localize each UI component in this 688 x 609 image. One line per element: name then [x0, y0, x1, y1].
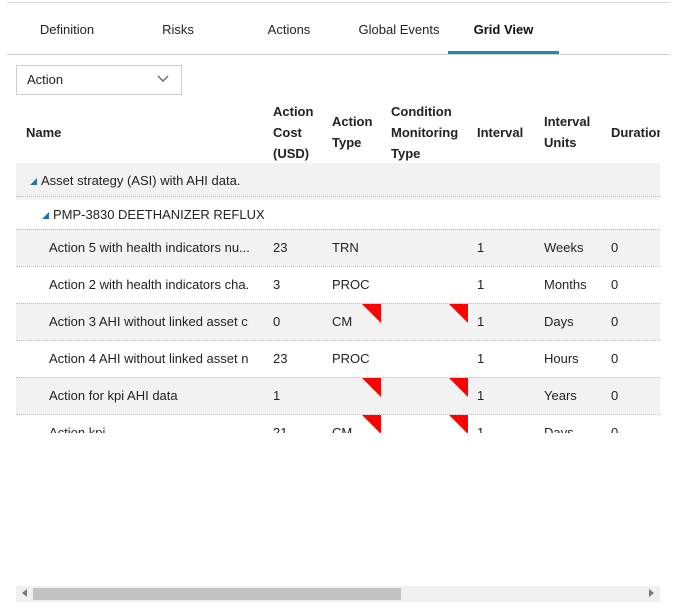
header-line: Units: [544, 135, 577, 150]
cell-interval: 1: [477, 314, 485, 329]
collapse-triangle-icon[interactable]: [42, 212, 49, 219]
group-label-asset: PMP-3830 DEETHANIZER REFLUX: [42, 197, 265, 233]
dropdown-value: Action: [27, 72, 64, 87]
cell-name: Action 2 with health indicators cha...: [49, 277, 249, 292]
cell-type: PROC: [332, 277, 370, 292]
group-text: Asset strategy (ASI) with AHI data.: [41, 173, 241, 188]
scrollbar-thumb[interactable]: [33, 588, 401, 600]
cell-type: PROC: [332, 351, 370, 366]
cell-name: Action 4 AHI without linked asset n...: [49, 351, 249, 366]
cell-cost: 1: [273, 388, 281, 403]
cell-interval: 1: [477, 277, 485, 292]
cell-units: Days: [544, 314, 574, 329]
table-row[interactable]: Action for kpi AHI data 1 1 Years 0: [16, 377, 660, 414]
cell-cost: 23: [273, 240, 288, 255]
tab-global-events[interactable]: Global Events: [349, 8, 449, 54]
cell-type: CM: [332, 425, 353, 433]
cell-units: Years: [544, 388, 577, 403]
cell-duration: 0: [611, 240, 619, 255]
group-row-strategy[interactable]: Asset strategy (ASI) with AHI data.: [16, 163, 660, 200]
cell-units: Hours: [544, 351, 579, 366]
cell-interval: 1: [477, 240, 485, 255]
header-line: Action: [332, 114, 373, 129]
column-header-name[interactable]: Name: [26, 122, 61, 143]
scroll-left-arrow-icon[interactable]: [22, 589, 27, 597]
validation-error-flag: [362, 304, 381, 323]
header-line: Type: [332, 135, 362, 150]
tab-actions[interactable]: Actions: [229, 8, 349, 54]
tab-risks[interactable]: Risks: [127, 8, 229, 54]
cell-interval: 1: [477, 425, 485, 433]
chevron-down-icon: [157, 75, 169, 82]
header-line: Type: [391, 146, 421, 161]
column-header-condition-monitoring-type[interactable]: Condition Monitoring Type: [391, 103, 458, 164]
validation-error-flag: [362, 378, 381, 397]
group-text: PMP-3830 DEETHANIZER REFLUX: [53, 207, 265, 222]
header-line: Condition: [391, 104, 452, 119]
cell-units: Weeks: [544, 240, 584, 255]
header-line: Monitoring: [391, 125, 459, 140]
header-line: Action: [273, 104, 314, 119]
cell-name: Action 5 with health indicators nu...: [49, 240, 249, 255]
scroll-right-arrow-icon[interactable]: [649, 589, 654, 597]
tab-bar: Definition Risks Actions Global Events G…: [7, 8, 670, 55]
header-line: Cost: [273, 125, 302, 140]
table-row[interactable]: Action 5 with health indicators nu... 23…: [16, 229, 660, 266]
cell-duration: 0: [611, 351, 619, 366]
tab-definition[interactable]: Definition: [7, 8, 127, 54]
header-line: (USD): [273, 146, 310, 161]
column-header-action-cost[interactable]: Action Cost (USD): [273, 103, 313, 164]
cell-name: Action 3 AHI without linked asset c...: [49, 314, 249, 329]
cell-duration: 0: [611, 314, 619, 329]
validation-error-flag: [449, 415, 468, 433]
cell-cost: 0: [273, 314, 281, 329]
cell-cost: 21: [273, 425, 288, 433]
group-row-asset[interactable]: PMP-3830 DEETHANIZER REFLUX: [16, 196, 660, 233]
tab-grid-view[interactable]: Grid View: [448, 8, 559, 54]
collapse-triangle-icon[interactable]: [30, 178, 37, 185]
top-divider: [7, 2, 670, 3]
validation-error-flag: [449, 304, 468, 323]
header-line: Interval: [544, 114, 591, 129]
cell-duration: 0: [611, 277, 619, 292]
horizontal-scrollbar[interactable]: [16, 586, 660, 602]
table-row[interactable]: Action 2 with health indicators cha... 3…: [16, 266, 660, 303]
validation-error-flag: [449, 378, 468, 397]
cell-type: CM: [332, 314, 353, 329]
cell-units: Days: [544, 425, 574, 433]
cell-interval: 1: [477, 351, 485, 366]
cell-name: Action for kpi AHI data: [49, 388, 178, 403]
cell-cost: 3: [273, 277, 281, 292]
cell-duration: 0: [611, 388, 619, 403]
column-header-interval-units[interactable]: Interval Units: [544, 111, 590, 153]
group-label-strategy: Asset strategy (ASI) with AHI data.: [30, 163, 240, 199]
column-header-duration[interactable]: Duration: [611, 122, 660, 143]
validation-error-flag: [362, 415, 381, 433]
entity-type-dropdown[interactable]: Action: [16, 65, 182, 95]
cell-interval: 1: [477, 388, 485, 403]
column-header-action-type[interactable]: Action Type: [332, 111, 372, 153]
cell-type: TRN: [332, 240, 359, 255]
table-row[interactable]: Action 4 AHI without linked asset n... 2…: [16, 340, 660, 377]
column-header-interval[interactable]: Interval: [477, 122, 523, 143]
cell-cost: 23: [273, 351, 288, 366]
grid-view-table: Name Action Cost (USD) Action Type Condi…: [16, 103, 660, 433]
cell-name: Action kpi: [49, 425, 106, 433]
cell-units: Months: [544, 277, 587, 292]
table-row[interactable]: Action kpi 21 CM 1 Days 0: [16, 414, 660, 433]
table-row[interactable]: Action 3 AHI without linked asset c... 0…: [16, 303, 660, 340]
cell-duration: 0: [611, 425, 619, 433]
